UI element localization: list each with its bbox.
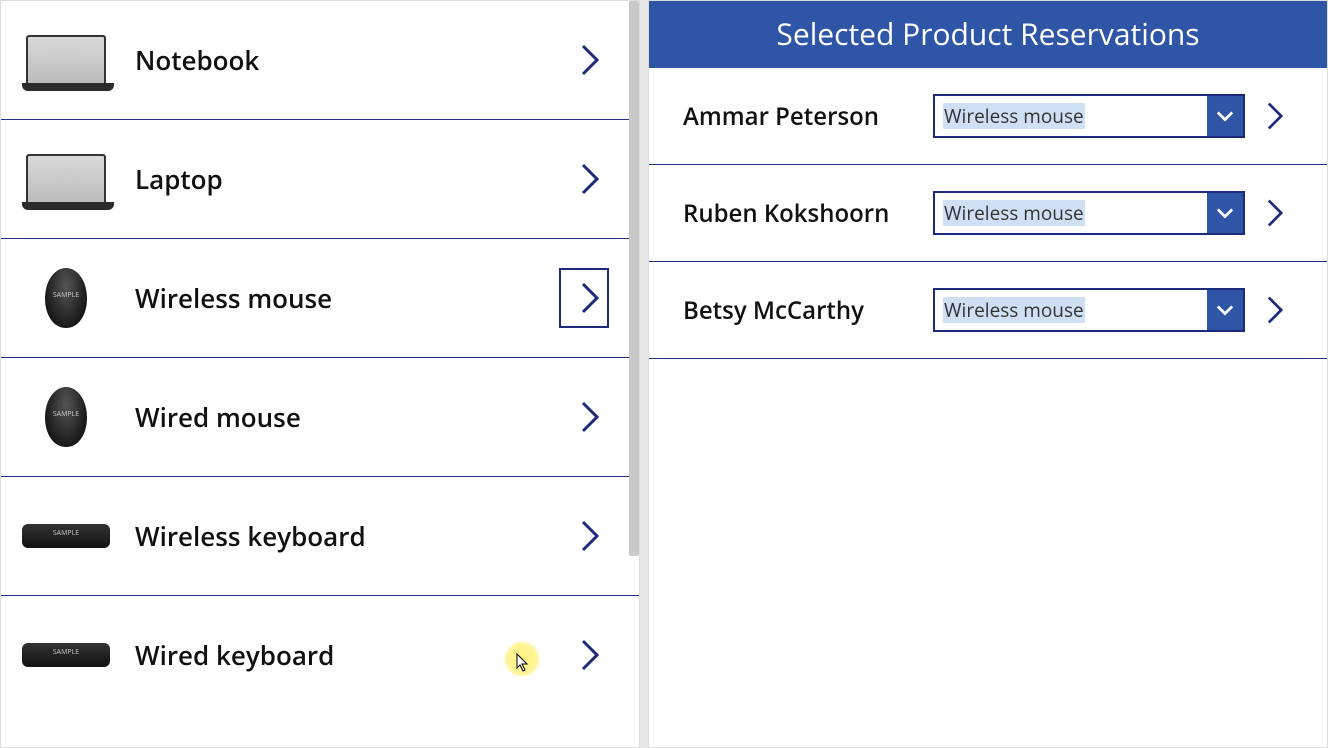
product-name: Wireless mouse (135, 280, 559, 316)
product-thumb-wired-keyboard: SAMPLE (21, 620, 111, 690)
select-arrow-button[interactable] (1207, 96, 1243, 136)
product-row[interactable]: SAMPLE Laptop (1, 120, 639, 239)
product-open-button[interactable] (559, 30, 609, 90)
chevron-right-icon (581, 44, 599, 76)
chevron-right-icon (581, 282, 599, 314)
reservation-open-button[interactable] (1261, 198, 1289, 228)
reservation-product-select[interactable]: Wireless mouse (933, 94, 1245, 138)
reservation-name: Betsy McCarthy (683, 294, 933, 327)
reservation-open-button[interactable] (1261, 295, 1289, 325)
chevron-right-icon (1267, 198, 1283, 228)
chevron-down-icon (1216, 207, 1234, 219)
product-row[interactable]: SAMPLE Notebook (1, 1, 639, 120)
reservation-name: Ammar Peterson (683, 100, 933, 133)
select-value[interactable]: Wireless mouse (935, 96, 1207, 136)
product-thumb-notebook: SAMPLE (21, 25, 111, 95)
chevron-right-icon (1267, 101, 1283, 131)
product-row[interactable]: SAMPLE Wireless mouse (1, 239, 639, 358)
product-name: Wired keyboard (135, 637, 559, 673)
chevron-right-icon (581, 401, 599, 433)
reservation-row: Ammar Peterson Wireless mouse (649, 68, 1327, 165)
product-open-button[interactable] (559, 625, 609, 685)
product-name: Wireless keyboard (135, 518, 559, 554)
product-open-button[interactable] (559, 506, 609, 566)
scrollbar-thumb[interactable] (629, 1, 639, 556)
product-open-button[interactable] (559, 387, 609, 447)
reservation-open-button[interactable] (1261, 101, 1289, 131)
reservation-name: Ruben Kokshoorn (683, 197, 933, 230)
product-name: Wired mouse (135, 399, 559, 435)
product-thumb-laptop: SAMPLE (21, 144, 111, 214)
product-thumb-wired-mouse: SAMPLE (21, 382, 111, 452)
reservation-product-select[interactable]: Wireless mouse (933, 288, 1245, 332)
reservation-row: Ruben Kokshoorn Wireless mouse (649, 165, 1327, 262)
product-thumb-wireless-keyboard: SAMPLE (21, 501, 111, 571)
select-arrow-button[interactable] (1207, 290, 1243, 330)
chevron-right-icon (581, 520, 599, 552)
chevron-right-icon (1267, 295, 1283, 325)
chevron-down-icon (1216, 110, 1234, 122)
product-thumb-wireless-mouse: SAMPLE (21, 263, 111, 333)
reservation-product-select[interactable]: Wireless mouse (933, 191, 1245, 235)
reservation-row: Betsy McCarthy Wireless mouse (649, 262, 1327, 359)
reservations-panel: Selected Product Reservations Ammar Pete… (648, 0, 1328, 748)
select-arrow-button[interactable] (1207, 193, 1243, 233)
product-row[interactable]: SAMPLE Wired keyboard (1, 596, 639, 714)
product-row[interactable]: SAMPLE Wired mouse (1, 358, 639, 477)
product-open-button[interactable] (559, 149, 609, 209)
select-value[interactable]: Wireless mouse (935, 290, 1207, 330)
product-row[interactable]: SAMPLE Wireless keyboard (1, 477, 639, 596)
product-name: Notebook (135, 42, 559, 78)
chevron-down-icon (1216, 304, 1234, 316)
reservations-header: Selected Product Reservations (649, 1, 1327, 68)
product-name: Laptop (135, 161, 559, 197)
chevron-right-icon (581, 163, 599, 195)
product-open-button[interactable] (559, 268, 609, 328)
chevron-right-icon (581, 639, 599, 671)
product-list-panel: SAMPLE Notebook SAMPLE Laptop SAMPLE (0, 0, 640, 748)
select-value[interactable]: Wireless mouse (935, 193, 1207, 233)
